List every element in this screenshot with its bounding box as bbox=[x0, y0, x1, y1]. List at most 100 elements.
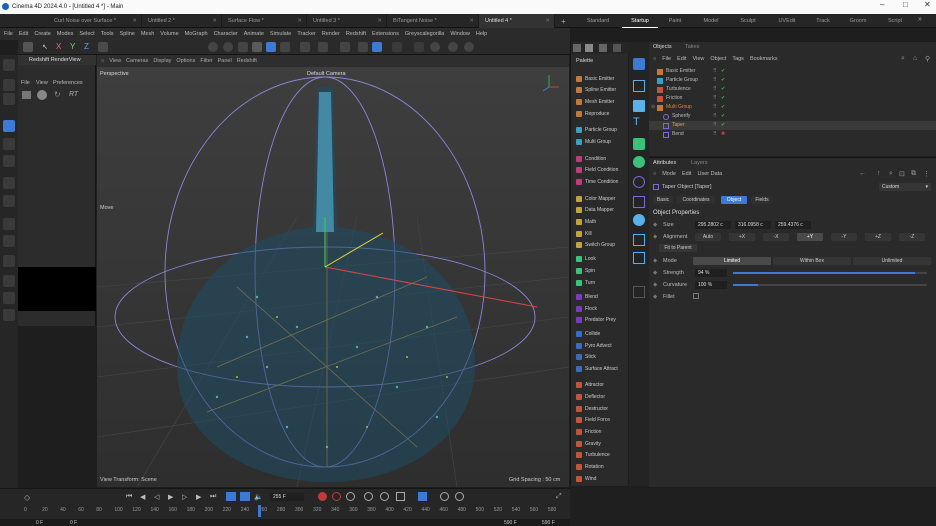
menu-item[interactable]: Edit bbox=[19, 31, 28, 37]
vp-menu-item[interactable]: Panel bbox=[218, 58, 232, 64]
palette-item[interactable]: Turn bbox=[573, 278, 627, 288]
palette-item[interactable]: Attractor bbox=[573, 380, 627, 390]
align-plus-x[interactable]: +X bbox=[729, 233, 755, 241]
palette-item[interactable]: Math bbox=[573, 217, 627, 227]
collapse-icon[interactable]: ⊖ bbox=[651, 103, 655, 112]
mode-within-box[interactable]: Within Box bbox=[773, 257, 851, 265]
strength-slider-track[interactable] bbox=[733, 272, 927, 274]
align-plus-y[interactable]: +Y bbox=[797, 233, 823, 241]
render-view-icon[interactable] bbox=[208, 42, 218, 52]
rotate-icon[interactable] bbox=[3, 138, 15, 150]
visibility-dots[interactable]: ⠿ bbox=[713, 67, 717, 76]
object-row[interactable]: Particle Group ⠿ ✔ bbox=[649, 76, 936, 85]
dots-icon[interactable] bbox=[392, 42, 402, 52]
layout-tab[interactable]: Groom bbox=[843, 14, 873, 28]
object-mode-icon[interactable] bbox=[266, 42, 276, 52]
menu-item[interactable]: Greyscalegorilla bbox=[405, 31, 444, 37]
palette-item[interactable]: Spline Emitter bbox=[573, 85, 627, 95]
axis-z-toggle[interactable]: Z bbox=[84, 42, 89, 51]
visibility-dots[interactable]: ⠿ bbox=[713, 130, 717, 139]
menu-item[interactable]: Spline bbox=[120, 31, 135, 37]
loop-icon[interactable] bbox=[226, 492, 236, 501]
palette-item[interactable]: Mesh Emitter bbox=[573, 97, 627, 107]
palette-item[interactable]: Time Condition bbox=[573, 177, 627, 187]
environment-icon[interactable] bbox=[633, 214, 645, 226]
doc-tab[interactable]: Surface Flow * ✕ bbox=[222, 14, 307, 28]
enabled-check[interactable]: ✔ bbox=[721, 112, 725, 121]
palette-item[interactable]: Flock bbox=[573, 304, 627, 314]
attr-menu-item[interactable]: Mode bbox=[662, 171, 676, 177]
prev-frame-icon[interactable]: ◁ bbox=[154, 493, 159, 501]
search-icon[interactable] bbox=[3, 59, 15, 71]
layout-tab[interactable]: Paint bbox=[660, 14, 690, 28]
enabled-check[interactable]: ✔ bbox=[721, 67, 725, 76]
workplane-icon[interactable] bbox=[340, 42, 350, 52]
light-icon[interactable] bbox=[633, 252, 645, 264]
palette-item[interactable]: Color Mapper bbox=[573, 194, 627, 204]
menu-item[interactable]: Volume bbox=[160, 31, 178, 37]
select-icon[interactable]: ↖ bbox=[42, 43, 48, 51]
next-key-icon[interactable]: ▶ bbox=[196, 493, 201, 501]
layout-tab[interactable]: Model bbox=[696, 14, 726, 28]
range-start[interactable]: 0 F bbox=[36, 520, 43, 526]
menu-item[interactable]: Animate bbox=[244, 31, 264, 37]
menu-item[interactable]: Redshift bbox=[346, 31, 366, 37]
scale-icon[interactable] bbox=[3, 155, 15, 167]
viewport-solo-icon[interactable] bbox=[448, 42, 458, 52]
anim-dot[interactable]: ◆ bbox=[653, 222, 657, 228]
object-row[interactable]: Turbulence ⠿ ✔ bbox=[649, 85, 936, 94]
object-row-selected[interactable]: Taper ⠿ ✔ bbox=[649, 121, 936, 130]
paint-icon[interactable] bbox=[3, 309, 15, 321]
axis-mode-icon[interactable] bbox=[300, 42, 310, 52]
menu-item[interactable]: Tools bbox=[101, 31, 114, 37]
goto-start-icon[interactable]: ⏮ bbox=[126, 493, 132, 501]
refresh-icon[interactable]: ↻ bbox=[54, 90, 61, 99]
vp-menu-item[interactable]: Options bbox=[176, 58, 195, 64]
vp-menu-item[interactable]: Filter bbox=[200, 58, 212, 64]
brush-icon[interactable] bbox=[3, 275, 15, 287]
palette-item[interactable]: Friction bbox=[573, 427, 627, 437]
play-icon[interactable]: ▶ bbox=[168, 493, 173, 501]
viewport[interactable]: ≡ View Cameras Display Options Filter Pa… bbox=[97, 55, 569, 487]
range-bar[interactable]: 0 F 0 F 590 F 590 F bbox=[0, 519, 570, 526]
doc-tab[interactable]: BiTangent Noise * ✕ bbox=[387, 14, 479, 28]
palette-item[interactable]: Spin bbox=[573, 266, 627, 276]
menu-item[interactable]: Extensions bbox=[372, 31, 399, 37]
dock-icon[interactable] bbox=[573, 44, 581, 52]
search-icon[interactable]: ⌕ bbox=[901, 55, 905, 63]
polygon-pen-icon[interactable] bbox=[3, 218, 15, 230]
enabled-check[interactable]: ✔ bbox=[721, 121, 725, 130]
menu-item[interactable]: Window bbox=[450, 31, 470, 37]
palette-item[interactable]: Destructor bbox=[573, 404, 627, 414]
param-key-icon[interactable] bbox=[418, 492, 427, 501]
visibility-dots[interactable]: ⠿ bbox=[713, 103, 717, 112]
tab-basic[interactable]: Basic bbox=[653, 196, 673, 204]
palette-item[interactable]: Stick bbox=[573, 352, 627, 362]
menu-item[interactable]: Mesh bbox=[141, 31, 154, 37]
palette-item[interactable]: Condition bbox=[573, 154, 627, 164]
palette-item[interactable]: Field Force bbox=[573, 415, 627, 425]
texture-mode-icon[interactable] bbox=[280, 42, 290, 52]
obj-menu-item[interactable]: Tags bbox=[732, 56, 744, 62]
timeline-ruler[interactable]: 0 20 40 60 80 100 120 140 160 180 200 220 240 260 280 3… bbox=[24, 505, 566, 517]
goto-end-icon[interactable]: ⏭ bbox=[210, 493, 216, 501]
object-row[interactable]: Bend ⠿ ✖ bbox=[649, 130, 936, 139]
object-row[interactable]: Spherify ⠿ ✔ bbox=[649, 112, 936, 121]
hamburger-icon[interactable]: ≡ bbox=[653, 56, 656, 62]
hamburger-icon[interactable]: ≡ bbox=[653, 171, 656, 177]
field-icon[interactable] bbox=[633, 196, 645, 208]
takes-tab[interactable]: Takes bbox=[685, 44, 699, 50]
palette-item[interactable]: Deflector bbox=[573, 392, 627, 402]
render-icon[interactable] bbox=[22, 91, 31, 99]
object-row[interactable]: Friction ⠿ ✔ bbox=[649, 94, 936, 103]
save-icon[interactable] bbox=[585, 44, 593, 52]
object-row[interactable]: Basic Emitter ⠿ ✔ bbox=[649, 67, 936, 76]
visibility-dots[interactable]: ⠿ bbox=[713, 112, 717, 121]
align-minus-z[interactable]: -Z bbox=[899, 233, 925, 241]
cube-icon[interactable] bbox=[633, 80, 645, 92]
menu-item[interactable]: Modes bbox=[57, 31, 74, 37]
attr-menu-item[interactable]: User Data bbox=[697, 171, 722, 177]
play-icon[interactable] bbox=[37, 90, 47, 100]
attr-menu-item[interactable]: Edit bbox=[682, 171, 691, 177]
extrude-icon[interactable] bbox=[3, 255, 15, 267]
